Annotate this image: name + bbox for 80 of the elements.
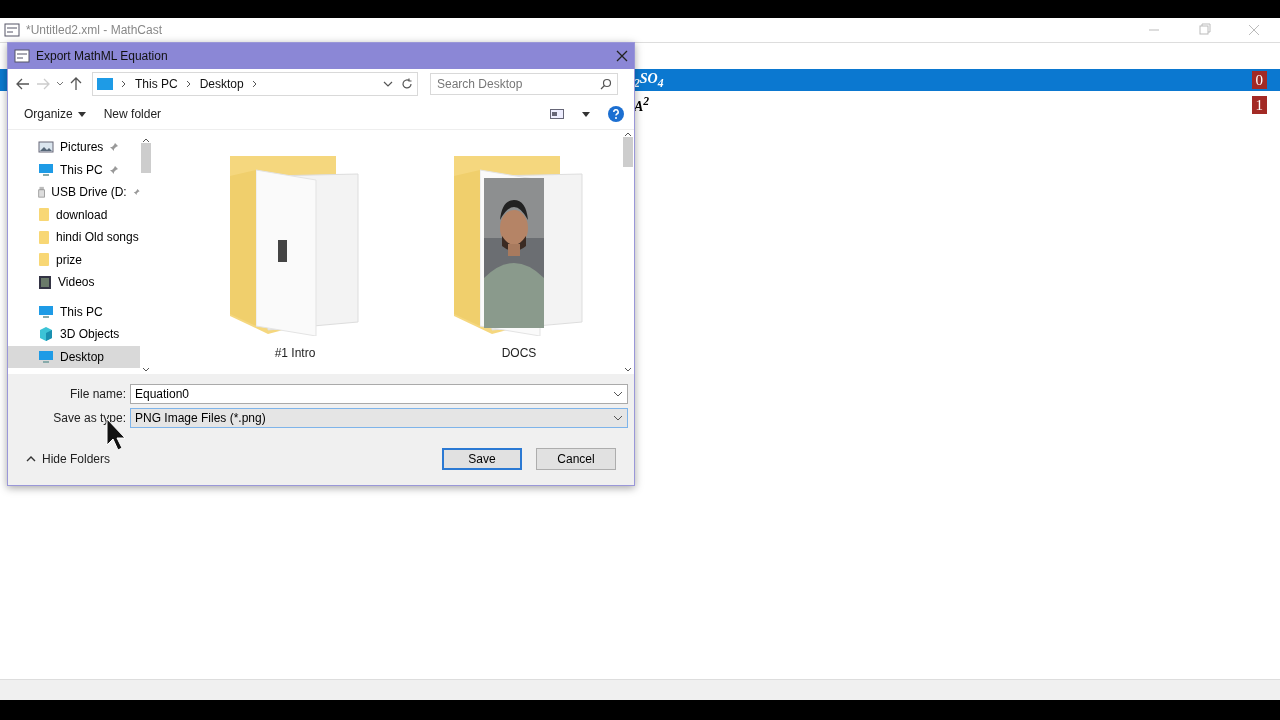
dialog-title: Export MathML Equation [36, 49, 169, 63]
app-icon [14, 49, 30, 63]
folder-icon [38, 207, 50, 223]
nav-item-label: prize [56, 252, 82, 267]
refresh-icon[interactable] [401, 78, 413, 90]
nav-item[interactable]: Desktop [8, 345, 140, 368]
nav-item[interactable]: hindi Old songs [8, 226, 140, 249]
nav-item-label: Desktop [60, 349, 105, 364]
folder-icon [38, 229, 50, 245]
view-icon[interactable] [550, 109, 564, 119]
hide-folders-button[interactable]: Hide Folders [20, 451, 117, 467]
nav-item[interactable]: USB Drive (D: [8, 181, 140, 204]
film-icon [38, 274, 52, 290]
caret-icon [77, 111, 86, 117]
dropdown-icon [613, 415, 623, 421]
scroll-up-icon[interactable] [142, 138, 150, 143]
monitor-icon [97, 78, 113, 90]
scroll-thumb[interactable] [623, 137, 633, 167]
close-icon[interactable] [616, 50, 628, 62]
help-icon[interactable] [608, 106, 624, 122]
scrollbar[interactable] [622, 130, 634, 374]
dropdown-icon[interactable] [383, 81, 393, 87]
window-title: *Untitled2.xml - MathCast [26, 23, 164, 37]
equation-text: $_{2}$SO$_{4}$ [634, 70, 665, 90]
folder-name: DOCS [501, 346, 537, 360]
chevron-icon [121, 80, 127, 88]
scroll-up-icon[interactable] [624, 132, 632, 137]
cancel-button[interactable]: Cancel [536, 448, 616, 470]
nav-item-label: hindi Old songs [56, 230, 139, 245]
file-name-field[interactable]: Equation0 [130, 384, 628, 404]
index-label: 0 [1251, 71, 1267, 89]
monitor-icon [38, 162, 54, 177]
nav-item[interactable]: Videos [8, 271, 140, 294]
monitor-icon [38, 349, 54, 364]
file-type-dropdown[interactable]: PNG Image Files (*.png) [130, 408, 628, 428]
nav-item-label: Pictures [60, 140, 104, 155]
folder-item[interactable]: DOCS [422, 156, 616, 374]
scroll-down-icon[interactable] [142, 367, 150, 372]
nav-item[interactable]: 3D Objects [8, 323, 140, 346]
nav-item[interactable]: Pictures [8, 136, 140, 159]
caret-icon[interactable] [582, 111, 590, 117]
chevron-icon [185, 80, 192, 88]
nav-item[interactable]: prize [8, 248, 140, 271]
folder-icon [38, 252, 50, 268]
address-bar[interactable]: This PC Desktop [92, 72, 418, 96]
monitor-icon [38, 304, 54, 319]
search-icon [600, 78, 612, 90]
nav-item-label: USB Drive (D: [51, 185, 127, 200]
save-button[interactable]: Save [442, 448, 522, 470]
folder-name: #1 Intro [274, 346, 316, 360]
breadcrumb-item[interactable]: Desktop [199, 77, 244, 91]
scrollbar[interactable] [140, 136, 152, 374]
nav-item-label: This PC [60, 304, 103, 319]
scroll-down-icon[interactable] [624, 367, 632, 372]
nav-item[interactable]: download [8, 203, 140, 226]
field-label: Save as type: [52, 411, 126, 425]
back-arrow-icon[interactable] [16, 78, 30, 90]
scroll-thumb[interactable] [141, 143, 151, 173]
folder-item[interactable]: #1 Intro [198, 156, 392, 374]
organize-menu[interactable]: Organize [24, 105, 86, 123]
nav-item-label: 3D Objects [60, 327, 120, 342]
caret-up-icon [26, 456, 36, 462]
dropdown-icon [613, 391, 623, 397]
up-arrow-icon[interactable] [70, 77, 82, 91]
nav-item-label: Videos [58, 275, 95, 290]
pictures-icon [38, 140, 54, 155]
breadcrumb-item[interactable]: This PC [135, 77, 178, 91]
folder-icon [228, 156, 362, 336]
nav-item[interactable]: This PC [8, 158, 140, 181]
index-label: 1 [1251, 96, 1267, 114]
app-icon [4, 23, 20, 37]
nav-item[interactable]: This PC [8, 300, 140, 323]
field-label: File name: [68, 387, 126, 401]
usb-drive-icon [38, 184, 46, 201]
search-field[interactable]: Search Desktop [430, 73, 618, 95]
new-folder-button[interactable]: New folder [103, 105, 162, 123]
nav-item-label: This PC [60, 162, 103, 177]
nav-item-label: download [56, 207, 108, 222]
cube-icon [38, 326, 54, 343]
chevron-icon [251, 80, 258, 88]
